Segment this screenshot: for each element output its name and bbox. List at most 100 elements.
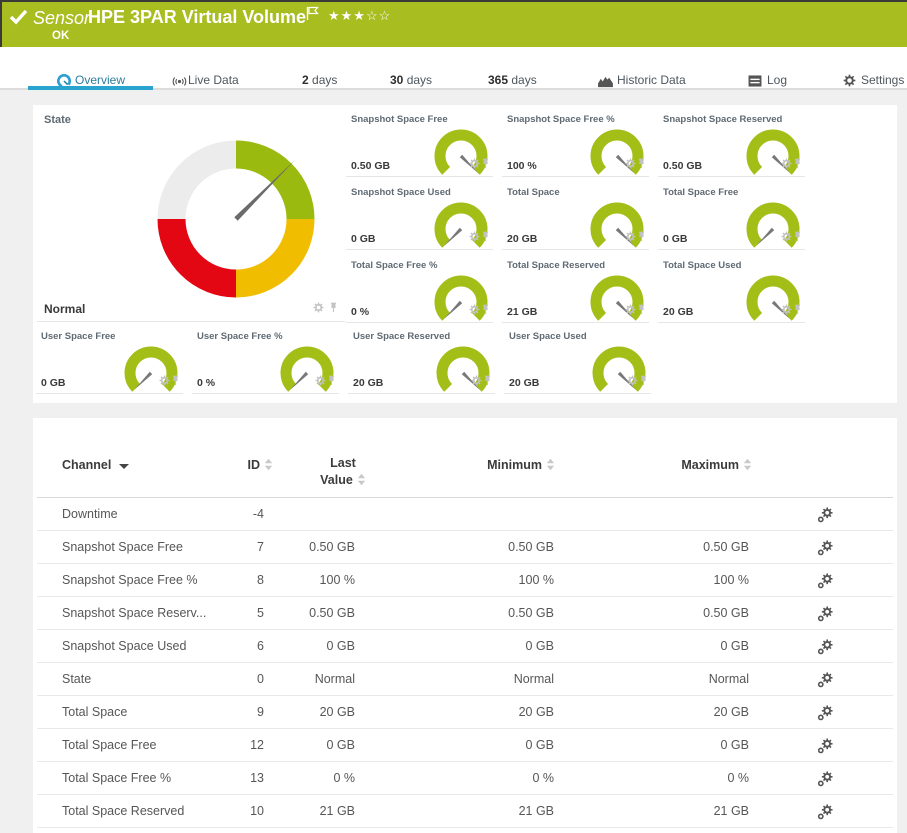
priority-stars[interactable]: ★★★☆☆ bbox=[328, 8, 391, 24]
channel-minimum: 0.50 GB bbox=[508, 597, 554, 629]
channel-maximum: 0 GB bbox=[721, 729, 750, 761]
gauge-value: 0 % bbox=[351, 306, 369, 318]
gauge-pin-icon[interactable] bbox=[636, 155, 647, 172]
channel-settings-icon[interactable] bbox=[817, 804, 833, 820]
tab-log[interactable]: Log bbox=[767, 73, 787, 87]
tab-bar: Overview Live Data 2 days 30 days 365 da… bbox=[0, 47, 907, 90]
channel-name[interactable]: Total Space bbox=[62, 696, 127, 728]
gauge-settings-icon[interactable] bbox=[625, 155, 636, 172]
gauge-title: Snapshot Space Free bbox=[351, 114, 448, 125]
gauge-settings-icon[interactable] bbox=[471, 372, 482, 389]
channel-name[interactable]: Snapshot Space Free % bbox=[62, 564, 198, 596]
channel-settings-icon[interactable] bbox=[817, 639, 833, 655]
gauge-value: 0 % bbox=[197, 377, 215, 389]
gauge-pin-icon[interactable] bbox=[792, 228, 803, 245]
channel-name[interactable]: Snapshot Space Reserv... bbox=[62, 597, 206, 629]
tab-2-days[interactable]: 2 days bbox=[302, 73, 337, 87]
gauge-settings-icon[interactable] bbox=[469, 155, 480, 172]
gauge-value: 0 GB bbox=[41, 377, 66, 389]
table-row: Total Space Free % 13 0 % 0 % 0 % bbox=[37, 762, 893, 795]
gauge-pin-icon[interactable] bbox=[792, 301, 803, 318]
gauge-pin-icon[interactable] bbox=[482, 372, 493, 389]
gauge-settings-icon[interactable] bbox=[781, 155, 792, 172]
channel-settings-icon[interactable] bbox=[817, 771, 833, 787]
column-header-channel[interactable]: Channel bbox=[62, 458, 129, 472]
channel-name[interactable]: State bbox=[62, 663, 91, 695]
gauge-settings-icon[interactable] bbox=[625, 228, 636, 245]
gauge-settings-icon[interactable] bbox=[313, 299, 324, 316]
channel-maximum: 20 GB bbox=[714, 696, 749, 728]
channel-last-value: 0.50 GB bbox=[309, 597, 355, 629]
table-row: Snapshot Space Free 7 0.50 GB 0.50 GB 0.… bbox=[37, 531, 893, 564]
flag-icon[interactable] bbox=[306, 6, 320, 26]
gauge-pin-icon[interactable] bbox=[480, 155, 491, 172]
channel-settings-icon[interactable] bbox=[817, 507, 833, 523]
channel-name[interactable]: Snapshot Space Free bbox=[62, 531, 183, 563]
channel-settings-icon[interactable] bbox=[817, 738, 833, 754]
tab-live-data[interactable]: Live Data bbox=[188, 73, 239, 87]
gauge-settings-icon[interactable] bbox=[781, 228, 792, 245]
channel-settings-icon[interactable] bbox=[817, 540, 833, 556]
column-header-minimum[interactable]: Minimum bbox=[487, 458, 555, 472]
gauge-panel: Total Space Free % 0 % bbox=[346, 252, 493, 323]
gauge-settings-icon[interactable] bbox=[625, 301, 636, 318]
tab-365-days[interactable]: 365 days bbox=[488, 73, 537, 87]
gauge-value: 0.50 GB bbox=[663, 160, 702, 172]
gauge-settings-icon[interactable] bbox=[627, 372, 638, 389]
gauge-pin-icon[interactable] bbox=[480, 228, 491, 245]
gauge-pin-icon[interactable] bbox=[326, 372, 337, 389]
gauge-settings-icon[interactable] bbox=[469, 228, 480, 245]
gauge-pin-icon[interactable] bbox=[328, 299, 339, 316]
table-row: State 0 Normal Normal Normal bbox=[37, 663, 893, 696]
tab-settings[interactable]: Settings bbox=[861, 73, 904, 87]
channel-minimum: Normal bbox=[514, 663, 554, 695]
tab-historic-data[interactable]: Historic Data bbox=[617, 73, 686, 87]
gauge-pin-icon[interactable] bbox=[636, 228, 647, 245]
tab-30-days[interactable]: 30 days bbox=[390, 73, 432, 87]
gauge-title: Total Space Free % bbox=[351, 260, 437, 271]
gauge-settings-icon[interactable] bbox=[159, 372, 170, 389]
table-row: Snapshot Space Used 6 0 GB 0 GB 0 GB bbox=[37, 630, 893, 663]
tab-overview[interactable]: Overview bbox=[75, 73, 125, 87]
channel-maximum: 21 GB bbox=[714, 795, 749, 827]
gauge-panel: Total Space Reserved 21 GB bbox=[502, 252, 649, 323]
channels-table-panel: Channel ID LastValue Minimum Maximum Dow… bbox=[33, 418, 897, 833]
gauge-panel: Snapshot Space Free % 100 % bbox=[502, 106, 649, 177]
gauge-settings-icon[interactable] bbox=[469, 301, 480, 318]
table-row: Total Space Free 12 0 GB 0 GB 0 GB bbox=[37, 729, 893, 762]
gauge-settings-icon[interactable] bbox=[781, 301, 792, 318]
gauge-panel: User Space Free % 0 % bbox=[192, 323, 339, 394]
gauge-value: 20 GB bbox=[663, 306, 693, 318]
channel-last-value: Normal bbox=[315, 663, 355, 695]
channel-id: 6 bbox=[257, 630, 264, 662]
channel-last-value: 0.50 GB bbox=[309, 531, 355, 563]
channel-settings-icon[interactable] bbox=[817, 705, 833, 721]
gauge-panel: User Space Free 0 GB bbox=[36, 323, 183, 394]
column-header-maximum[interactable]: Maximum bbox=[681, 458, 752, 472]
gauge-title: Total Space Used bbox=[663, 260, 742, 271]
channel-id: 10 bbox=[250, 795, 264, 827]
gauge-title: User Space Used bbox=[509, 331, 587, 342]
gauge-pin-icon[interactable] bbox=[636, 301, 647, 318]
log-icon bbox=[748, 75, 762, 90]
gauge-pin-icon[interactable] bbox=[480, 301, 491, 318]
channel-settings-icon[interactable] bbox=[817, 672, 833, 688]
channel-name[interactable]: Snapshot Space Used bbox=[62, 630, 186, 662]
channel-id: 8 bbox=[257, 564, 264, 596]
channel-name[interactable]: Total Space Free bbox=[62, 729, 157, 761]
channel-name[interactable]: Downtime bbox=[62, 498, 118, 530]
channel-settings-icon[interactable] bbox=[817, 573, 833, 589]
channel-name[interactable]: Total Space Free % bbox=[62, 762, 171, 794]
channel-name[interactable]: Total Space Reserved bbox=[62, 795, 184, 827]
column-header-id[interactable]: ID bbox=[248, 458, 274, 472]
gauge-settings-icon[interactable] bbox=[315, 372, 326, 389]
gauge-pin-icon[interactable] bbox=[170, 372, 181, 389]
channel-last-value: 0 % bbox=[333, 762, 355, 794]
column-header-last-value[interactable]: LastValue bbox=[303, 455, 383, 489]
channel-id: 13 bbox=[250, 762, 264, 794]
channel-minimum: 20 GB bbox=[519, 696, 554, 728]
gauge-pin-icon[interactable] bbox=[638, 372, 649, 389]
gauge-pin-icon[interactable] bbox=[792, 155, 803, 172]
overview-gauges-panel: State Normal Snapshot Space Free 0.50 GB… bbox=[33, 105, 897, 403]
channel-settings-icon[interactable] bbox=[817, 606, 833, 622]
